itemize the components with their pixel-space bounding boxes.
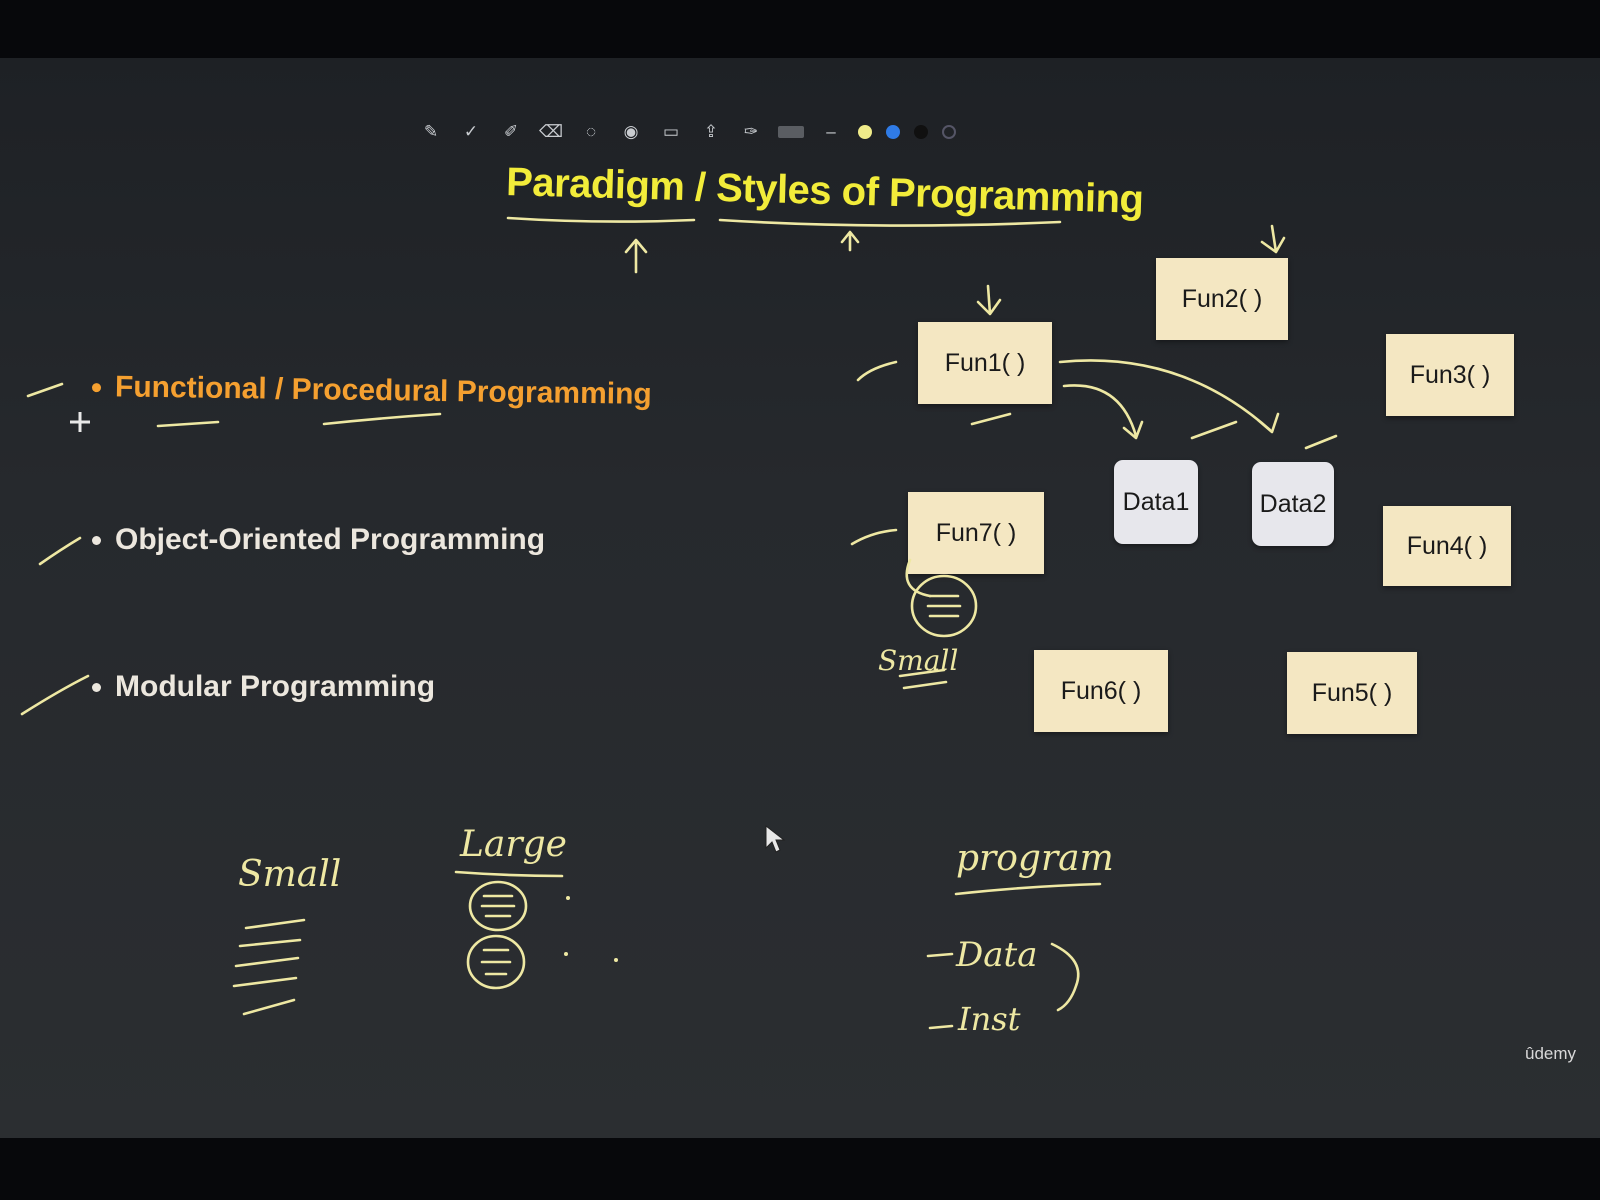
check-pen-icon[interactable]: ✓ [458,119,484,145]
pencil-icon[interactable]: ✎ [418,119,444,145]
shape-icon[interactable]: ◉ [618,119,644,145]
bullet-text: Object-Oriented Programming [115,523,546,556]
color-dot-outline[interactable] [942,125,956,139]
color-dot-blue[interactable] [886,125,900,139]
image-icon[interactable]: ▭ [658,119,684,145]
export-icon[interactable]: ⇪ [698,119,724,145]
lasso-icon[interactable]: ◌ [578,119,604,145]
function-box-fun6: Fun6( ) [1034,650,1168,732]
udemy-watermark: ûdemy [1525,1044,1577,1063]
bullet-dot [91,382,102,392]
function-box-fun4: Fun4( ) [1383,506,1511,586]
color-dot-yellow[interactable] [858,125,872,139]
data-box-data1: Data1 [1114,460,1198,544]
function-box-fun7: Fun7( ) [908,492,1044,574]
bullet-dot [92,682,101,692]
color-swatch-gray[interactable] [778,126,804,138]
bullet-text: Modular Programming [115,670,436,703]
function-box-fun5: Fun5( ) [1287,652,1417,734]
function-box-fun2: Fun2( ) [1156,258,1288,340]
function-box-fun3: Fun3( ) [1386,334,1514,416]
data-box-data2: Data2 [1252,462,1334,546]
bullet-object-oriented-programming: Object-Oriented Programming [92,523,545,557]
annotation-toolbar: ✎ ✓ ✐ ⌫ ◌ ◉ ▭ ⇪ ✑ – [418,118,1008,146]
eraser-icon[interactable]: ⌫ [538,119,564,145]
marker-icon[interactable]: ✐ [498,119,524,145]
color-dot-black[interactable] [914,125,928,139]
line-icon[interactable]: – [818,119,844,145]
settings-pen-icon[interactable]: ✑ [738,119,764,145]
bullet-modular-programming: Modular Programming [92,670,435,704]
function-box-fun1: Fun1( ) [918,322,1052,404]
bullet-dot [92,535,101,545]
